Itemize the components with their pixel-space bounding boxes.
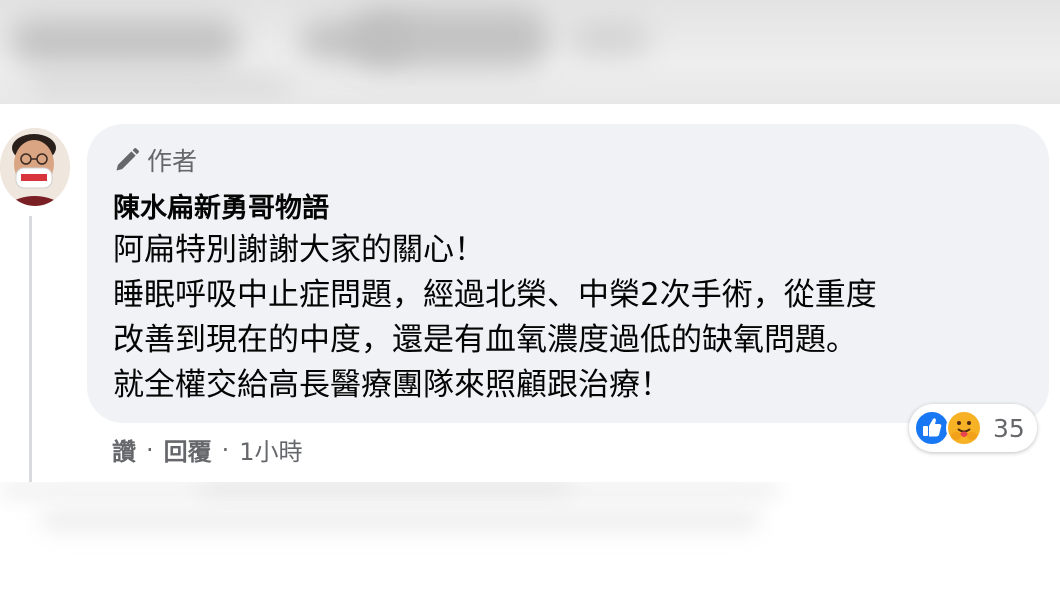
author-badge: 作者 [113,142,197,178]
separator: · [146,435,154,464]
avatar[interactable] [0,128,70,206]
thread-line [29,216,32,482]
comment-line: 睡眠呼吸中止症問題，經過北榮、中榮2次手術，從重度 [113,277,877,313]
comment-actions: 讚 · 回覆 · 1小時 [112,432,303,467]
comment-line: 改善到現在的中度，還是有血氧濃度過低的缺氧問題。 [113,322,857,358]
comment-line: 就全權交給高長醫療團隊來照顧跟治療！ [113,367,671,403]
reactions-summary[interactable]: 35 [909,404,1037,452]
separator: · [221,435,230,464]
reply-button[interactable]: 回覆 [164,432,212,467]
blurred-following-content [0,482,1060,596]
blurred-previous-content [0,0,1060,104]
screenshot: 作者 陳水扁新勇哥物語 阿扁特別謝謝大家的關心！ 睡眠呼吸中止症問題，經過北榮、… [0,0,1060,596]
timestamp[interactable]: 1小時 [239,432,302,467]
pencil-icon [113,146,141,174]
comment: 作者 陳水扁新勇哥物語 阿扁特別謝謝大家的關心！ 睡眠呼吸中止症問題，經過北榮、… [0,104,1060,482]
comment-line: 阿扁特別謝謝大家的關心！ [113,232,485,268]
author-name[interactable]: 陳水扁新勇哥物語 [113,186,329,225]
comment-text: 阿扁特別謝謝大家的關心！ 睡眠呼吸中止症問題，經過北榮、中榮2次手術，從重度 改… [113,228,1013,408]
author-badge-label: 作者 [147,147,198,176]
like-button[interactable]: 讚 [112,432,136,467]
reaction-count: 35 [993,413,1025,443]
comment-bubble: 作者 陳水扁新勇哥物語 阿扁特別謝謝大家的關心！ 睡眠呼吸中止症問題，經過北榮、… [87,124,1049,423]
care-icon [945,409,983,447]
